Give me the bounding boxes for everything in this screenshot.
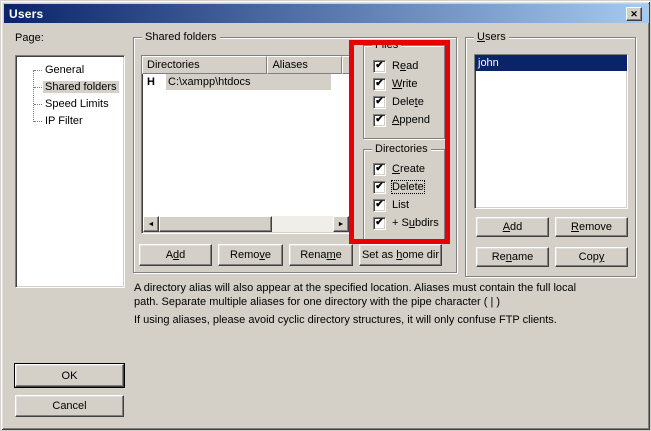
scroll-left-icon: ◄ [148,221,155,228]
sidebar-item-speed-limits[interactable]: Speed Limits [16,96,124,113]
dirs-delete-checkbox[interactable]: ✔ Delete [373,180,424,194]
scroll-left-button[interactable]: ◄ [143,216,159,232]
alias-help-text-line3: If using aliases, please avoid cyclic di… [134,314,557,326]
checkbox-box[interactable]: ✔ [373,199,386,212]
directories-group-label: Directories [372,143,431,156]
remove-user-button[interactable]: Remove [555,217,628,237]
checkbox-box[interactable]: ✔ [373,96,386,109]
sidebar-item-ip-filter[interactable]: IP Filter [16,113,124,130]
user-list-item[interactable]: john [475,55,627,71]
checkbox-box[interactable]: ✔ [373,217,386,230]
shared-folders-group-label: Shared folders [142,31,220,44]
directory-row[interactable]: H C:\xampp\htdocs [142,74,352,90]
ok-button[interactable]: OK [15,364,124,387]
scrollbar-thumb[interactable] [159,216,272,232]
checkmark-icon: ✔ [375,218,383,228]
remove-folder-button[interactable]: Remove [218,244,283,266]
scroll-right-button[interactable]: ► [333,216,349,232]
directory-path: C:\xampp\htdocs [166,74,331,90]
checkmark-icon: ✔ [375,200,383,210]
home-dir-marker: H [147,74,155,90]
checkmark-icon: ✔ [375,115,383,125]
listview-header: Directories Aliases [142,56,352,74]
cancel-button[interactable]: Cancel [15,395,124,417]
column-header-aliases[interactable]: Aliases [267,56,342,74]
directories-permissions-group: Directories ✔ Create ✔ Delete ✔ List ✔ +… [363,149,445,241]
close-button[interactable]: ✕ [626,7,642,21]
sidebar-item-shared-folders[interactable]: Shared folders [16,79,124,96]
users-listbox[interactable]: john [474,54,628,209]
page-nav-tree: General Shared folders Speed Limits IP F… [15,55,125,288]
page-nav-label: Page: [15,32,44,44]
checkbox-box[interactable]: ✔ [373,181,386,194]
window-title: Users [9,7,43,21]
add-folder-button[interactable]: Add [139,244,212,266]
files-write-checkbox[interactable]: ✔ Write [373,77,417,91]
rename-folder-button[interactable]: Rename [289,244,353,266]
files-append-checkbox[interactable]: ✔ Append [373,113,430,127]
files-group-label: Files [372,39,401,52]
checkmark-icon: ✔ [375,61,383,71]
alias-help-text-line1: A directory alias will also appear at th… [134,282,576,294]
users-dialog: Users ✕ Page: General Shared folders Spe… [0,0,651,431]
checkmark-icon: ✔ [375,164,383,174]
directories-listview[interactable]: Directories Aliases H C:\xampp\htdocs ◄ … [141,55,353,234]
dirs-list-checkbox[interactable]: ✔ List [373,198,409,212]
title-bar[interactable]: Users [4,4,649,23]
alias-help-text-line2: path. Separate multiple aliases for one … [134,296,500,308]
horizontal-scrollbar[interactable]: ◄ ► [143,216,349,232]
checkmark-icon: ✔ [375,79,383,89]
column-header-directories[interactable]: Directories [142,56,267,74]
column-header-filler [342,56,352,74]
checkbox-box[interactable]: ✔ [373,114,386,127]
scrollbar-track[interactable] [272,216,333,232]
rename-user-button[interactable]: Rename [476,247,549,267]
copy-user-button[interactable]: Copy [555,247,628,267]
add-user-button[interactable]: Add [476,217,549,237]
files-delete-checkbox[interactable]: ✔ Delete [373,95,424,109]
checkbox-box[interactable]: ✔ [373,78,386,91]
checkbox-box[interactable]: ✔ [373,60,386,73]
dirs-create-checkbox[interactable]: ✔ Create [373,162,425,176]
dirs-subdirs-checkbox[interactable]: ✔ + Subdirs [373,216,439,230]
checkmark-icon: ✔ [375,97,383,107]
scroll-right-icon: ► [338,221,345,228]
set-as-home-dir-button[interactable]: Set as home dir [359,244,442,266]
checkmark-icon: ✔ [375,182,383,192]
files-read-checkbox[interactable]: ✔ Read [373,59,418,73]
checkbox-box[interactable]: ✔ [373,163,386,176]
sidebar-item-general[interactable]: General [16,62,124,79]
files-permissions-group: Files ✔ Read ✔ Write ✔ Delete ✔ Append [363,45,445,139]
users-group-label: Users [474,31,509,44]
close-icon: ✕ [630,10,638,19]
